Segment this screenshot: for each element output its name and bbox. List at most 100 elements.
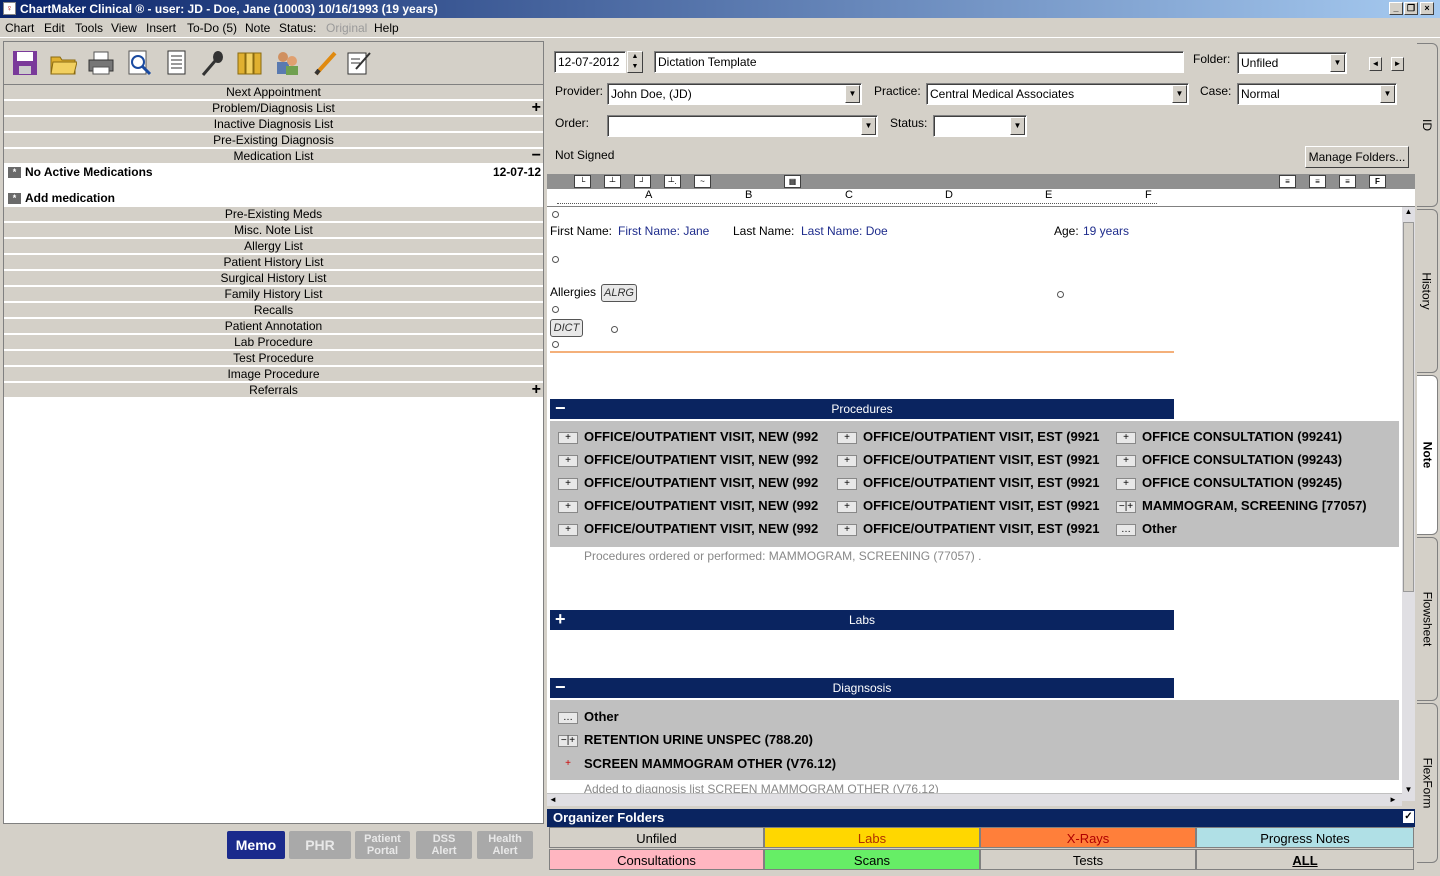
list-surgical-history[interactable]: Surgical History List xyxy=(4,271,543,286)
manage-folders-button[interactable]: Manage Folders... xyxy=(1305,146,1409,168)
list-lab-procedure[interactable]: Lab Procedure xyxy=(4,335,543,350)
chevron-down-icon[interactable]: ▼ xyxy=(1010,117,1025,135)
list-medication[interactable]: Medication List − xyxy=(4,148,543,164)
scroll-left-icon[interactable]: ◄ xyxy=(549,795,557,804)
first-name-value[interactable]: First Name: Jane xyxy=(618,224,709,238)
list-image-procedure[interactable]: Image Procedure xyxy=(4,367,543,382)
date-spinner[interactable]: ▲ ▼ xyxy=(627,51,643,73)
procedure-item[interactable]: + OFFICE/OUTPATIENT VISIT, NEW (992 xyxy=(558,498,836,513)
plus-icon[interactable]: + xyxy=(532,382,541,398)
plus-icon[interactable]: + xyxy=(532,100,541,116)
dss-alert-button[interactable]: DSS Alert xyxy=(416,831,472,859)
chevron-down-icon[interactable]: ▼ xyxy=(1380,85,1395,103)
plus-icon[interactable]: + xyxy=(837,500,857,513)
folder-progress-notes[interactable]: Progress Notes xyxy=(1196,827,1414,848)
document-icon[interactable] xyxy=(162,48,192,78)
tab-history[interactable]: History xyxy=(1417,209,1438,373)
print-icon[interactable] xyxy=(86,48,116,78)
procedure-item[interactable]: + OFFICE/OUTPATIENT VISIT, NEW (992 xyxy=(558,521,836,536)
plus-icon[interactable]: + xyxy=(837,477,857,490)
tab-flexform[interactable]: FlexForm xyxy=(1417,703,1438,863)
patients-icon[interactable] xyxy=(272,48,302,78)
menu-chart[interactable]: Chart xyxy=(5,21,34,35)
app-icon[interactable]: ♀ xyxy=(3,2,16,15)
diagnosis-item[interactable]: … Other xyxy=(558,709,619,724)
plus-icon[interactable]: + xyxy=(558,523,578,536)
pencil-icon[interactable] xyxy=(310,48,340,78)
list-pre-existing-meds[interactable]: Pre-Existing Meds xyxy=(4,207,543,222)
anchor-dot[interactable] xyxy=(552,341,559,348)
minus-plus-icon[interactable]: −|+ xyxy=(1116,500,1136,513)
procedure-item[interactable]: + OFFICE CONSULTATION (99245) xyxy=(1116,475,1396,490)
list-problem-diagnosis[interactable]: Problem/Diagnosis List + xyxy=(4,100,543,116)
list-allergy[interactable]: Allergy List xyxy=(4,239,543,254)
procedure-item-selected[interactable]: −|+ MAMMOGRAM, SCREENING [77057) xyxy=(1116,498,1396,513)
folder-select[interactable]: Unfiled ▼ xyxy=(1237,52,1347,74)
plus-icon[interactable]: + xyxy=(1116,431,1136,444)
list-patient-annotation[interactable]: Patient Annotation xyxy=(4,319,543,334)
restore-button[interactable]: ❐ xyxy=(1404,2,1418,15)
chevron-down-icon[interactable]: ▼ xyxy=(861,117,876,135)
menu-tools[interactable]: Tools xyxy=(75,21,103,35)
checkbox-icon[interactable]: ✓ xyxy=(1403,811,1414,823)
center-tab-icon[interactable]: ┴ xyxy=(604,175,621,188)
list-family-history[interactable]: Family History List xyxy=(4,287,543,302)
expand-icon[interactable]: + xyxy=(555,610,566,628)
list-test-procedure[interactable]: Test Procedure xyxy=(4,351,543,366)
list-patient-history[interactable]: Patient History List xyxy=(4,255,543,270)
align-left-icon[interactable]: ≡ xyxy=(1279,175,1296,188)
list-referrals[interactable]: Referrals + xyxy=(4,382,543,398)
microphone-icon[interactable] xyxy=(198,48,228,78)
procedure-item[interactable]: + OFFICE/OUTPATIENT VISIT, NEW (992 xyxy=(558,452,836,467)
scroll-up-icon[interactable]: ▲ xyxy=(1402,207,1415,220)
plus-icon[interactable]: + xyxy=(837,523,857,536)
open-folder-icon[interactable] xyxy=(48,48,78,78)
next-note-button[interactable]: ► xyxy=(1391,57,1404,71)
folder-labs[interactable]: Labs xyxy=(764,827,980,848)
plus-icon[interactable]: + xyxy=(1116,477,1136,490)
procedure-item[interactable]: + OFFICE CONSULTATION (99241) xyxy=(1116,429,1396,444)
alrg-button[interactable]: ALRG xyxy=(601,284,637,302)
collapse-icon[interactable]: − xyxy=(555,399,566,417)
tab-flowsheet[interactable]: Flowsheet xyxy=(1417,537,1438,701)
list-next-appointment[interactable]: Next Appointment xyxy=(4,85,543,100)
wave-icon[interactable]: ~ xyxy=(694,175,711,188)
minimize-button[interactable]: _ xyxy=(1389,2,1403,15)
tab-note[interactable]: Note xyxy=(1417,375,1438,535)
list-misc-note[interactable]: Misc. Note List xyxy=(4,223,543,238)
justify-icon[interactable]: F xyxy=(1369,175,1386,188)
status-select[interactable]: ▼ xyxy=(933,115,1027,137)
keyboard-icon[interactable]: ▦ xyxy=(784,175,801,188)
practice-select[interactable]: Central Medical Associates ▼ xyxy=(926,83,1189,105)
procedure-item[interactable]: + OFFICE/OUTPATIENT VISIT, NEW (992 xyxy=(558,429,836,444)
plus-icon[interactable]: + xyxy=(558,431,578,444)
folder-tests[interactable]: Tests xyxy=(980,849,1196,870)
list-inactive-diagnosis[interactable]: Inactive Diagnosis List xyxy=(4,117,543,132)
menu-status[interactable]: Status: xyxy=(279,21,316,35)
list-recalls[interactable]: Recalls xyxy=(4,303,543,318)
menu-edit[interactable]: Edit xyxy=(44,21,65,35)
print-preview-icon[interactable] xyxy=(124,48,154,78)
scroll-down-icon[interactable]: ▼ xyxy=(1402,785,1415,798)
list-pre-existing-diagnosis[interactable]: Pre-Existing Diagnosis xyxy=(4,133,543,148)
procedure-item[interactable]: + OFFICE/OUTPATIENT VISIT, EST (9921 xyxy=(837,475,1115,490)
close-button[interactable]: × xyxy=(1420,2,1434,15)
plus-icon[interactable]: + xyxy=(558,500,578,513)
case-select[interactable]: Normal ▼ xyxy=(1237,83,1397,105)
folder-consultations[interactable]: Consultations xyxy=(549,849,764,870)
ellipsis-icon[interactable]: … xyxy=(558,711,578,724)
procedure-item[interactable]: + OFFICE/OUTPATIENT VISIT, NEW (992 xyxy=(558,475,836,490)
tab-id[interactable]: ID xyxy=(1417,43,1438,207)
edit-note-icon[interactable] xyxy=(344,48,374,78)
procedure-item[interactable]: + OFFICE CONSULTATION (99243) xyxy=(1116,452,1396,467)
red-plus-icon[interactable]: + xyxy=(558,758,578,771)
left-tab-icon[interactable]: └ xyxy=(574,175,591,188)
diagnosis-item[interactable]: −|+ RETENTION URINE UNSPEC (788.20) xyxy=(558,732,813,747)
save-icon[interactable] xyxy=(10,48,40,78)
phr-button[interactable]: PHR xyxy=(289,831,351,859)
dict-button[interactable]: DICT xyxy=(550,319,583,337)
prev-note-button[interactable]: ◄ xyxy=(1369,57,1382,71)
anchor-dot[interactable] xyxy=(552,211,559,218)
menu-todo[interactable]: To-Do (5) xyxy=(187,21,237,35)
chevron-down-icon[interactable]: ▼ xyxy=(845,85,860,103)
